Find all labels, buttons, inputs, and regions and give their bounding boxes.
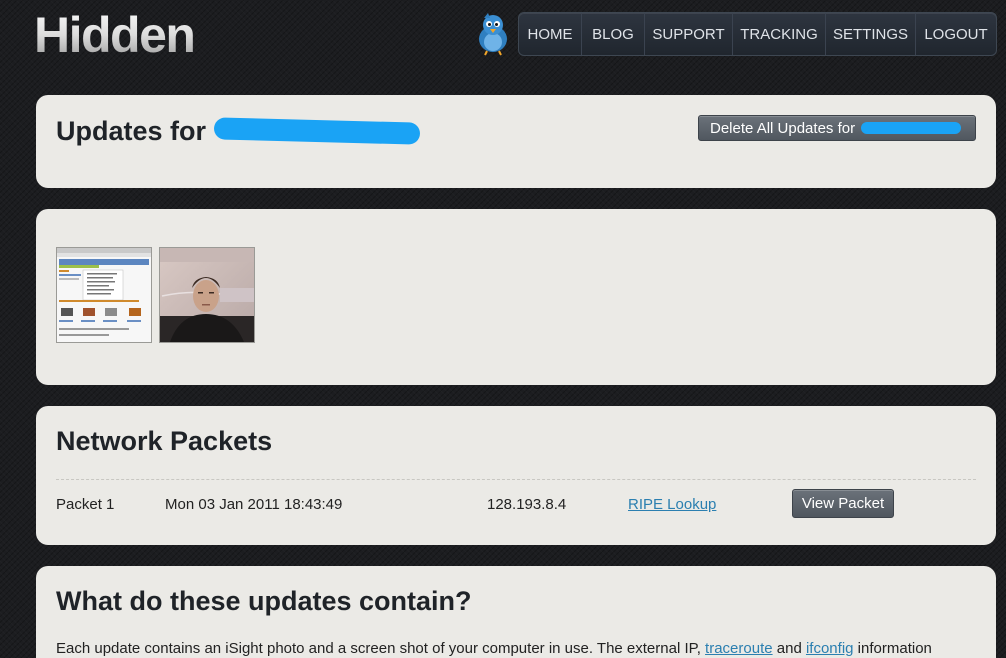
redaction-mark <box>861 122 962 134</box>
main-nav: HOME BLOG SUPPORT TRACKING SETTINGS LOGO… <box>518 12 997 56</box>
updates-title-text: Updates for <box>56 116 207 146</box>
screenshot-image <box>57 248 151 342</box>
isight-photo-thumbnail[interactable] <box>159 247 255 343</box>
info-title: What do these updates contain? <box>56 586 472 616</box>
updates-header-panel: Updates for Delete All Updates for <box>36 95 996 188</box>
nav-support[interactable]: SUPPORT <box>645 13 733 55</box>
network-packets-title: Network Packets <box>56 426 273 456</box>
divider <box>56 479 976 480</box>
view-packet-button[interactable]: View Packet <box>792 489 894 518</box>
info-description: Each update contains an iSight photo and… <box>56 639 976 658</box>
delete-all-updates-button[interactable]: Delete All Updates for <box>698 115 976 141</box>
network-packets-panel: Network Packets Packet 1 Mon 03 Jan 2011… <box>36 406 996 545</box>
nav-blog[interactable]: BLOG <box>582 13 645 55</box>
info-panel: What do these updates contain? Each upda… <box>36 566 996 658</box>
bluebird-icon <box>479 13 507 56</box>
info-text-end: information <box>857 640 932 657</box>
nav-tracking[interactable]: TRACKING <box>733 13 826 55</box>
isight-photo-image <box>160 248 254 342</box>
brand-logo[interactable]: Hidden <box>34 4 196 66</box>
redaction-mark <box>213 117 421 145</box>
updates-title: Updates for <box>56 115 421 147</box>
packet-date: Mon 03 Jan 2011 18:43:49 <box>165 496 343 513</box>
traceroute-link[interactable]: traceroute <box>705 640 773 657</box>
info-text-and: and <box>776 640 802 657</box>
screenshot-thumbnail[interactable] <box>56 247 152 343</box>
packet-ip: 128.193.8.4 <box>487 496 567 513</box>
packet-name: Packet 1 <box>56 496 115 513</box>
ripe-lookup-link[interactable]: RIPE Lookup <box>628 495 716 515</box>
info-text-start: Each update contains an iSight photo and… <box>56 640 701 657</box>
nav-home[interactable]: HOME <box>519 13 582 55</box>
thumbnails-panel <box>36 209 996 385</box>
delete-button-label: Delete All Updates for <box>710 119 856 137</box>
nav-logout[interactable]: LOGOUT <box>916 13 996 55</box>
ifconfig-link[interactable]: ifconfig <box>806 640 854 657</box>
nav-settings[interactable]: SETTINGS <box>826 13 916 55</box>
